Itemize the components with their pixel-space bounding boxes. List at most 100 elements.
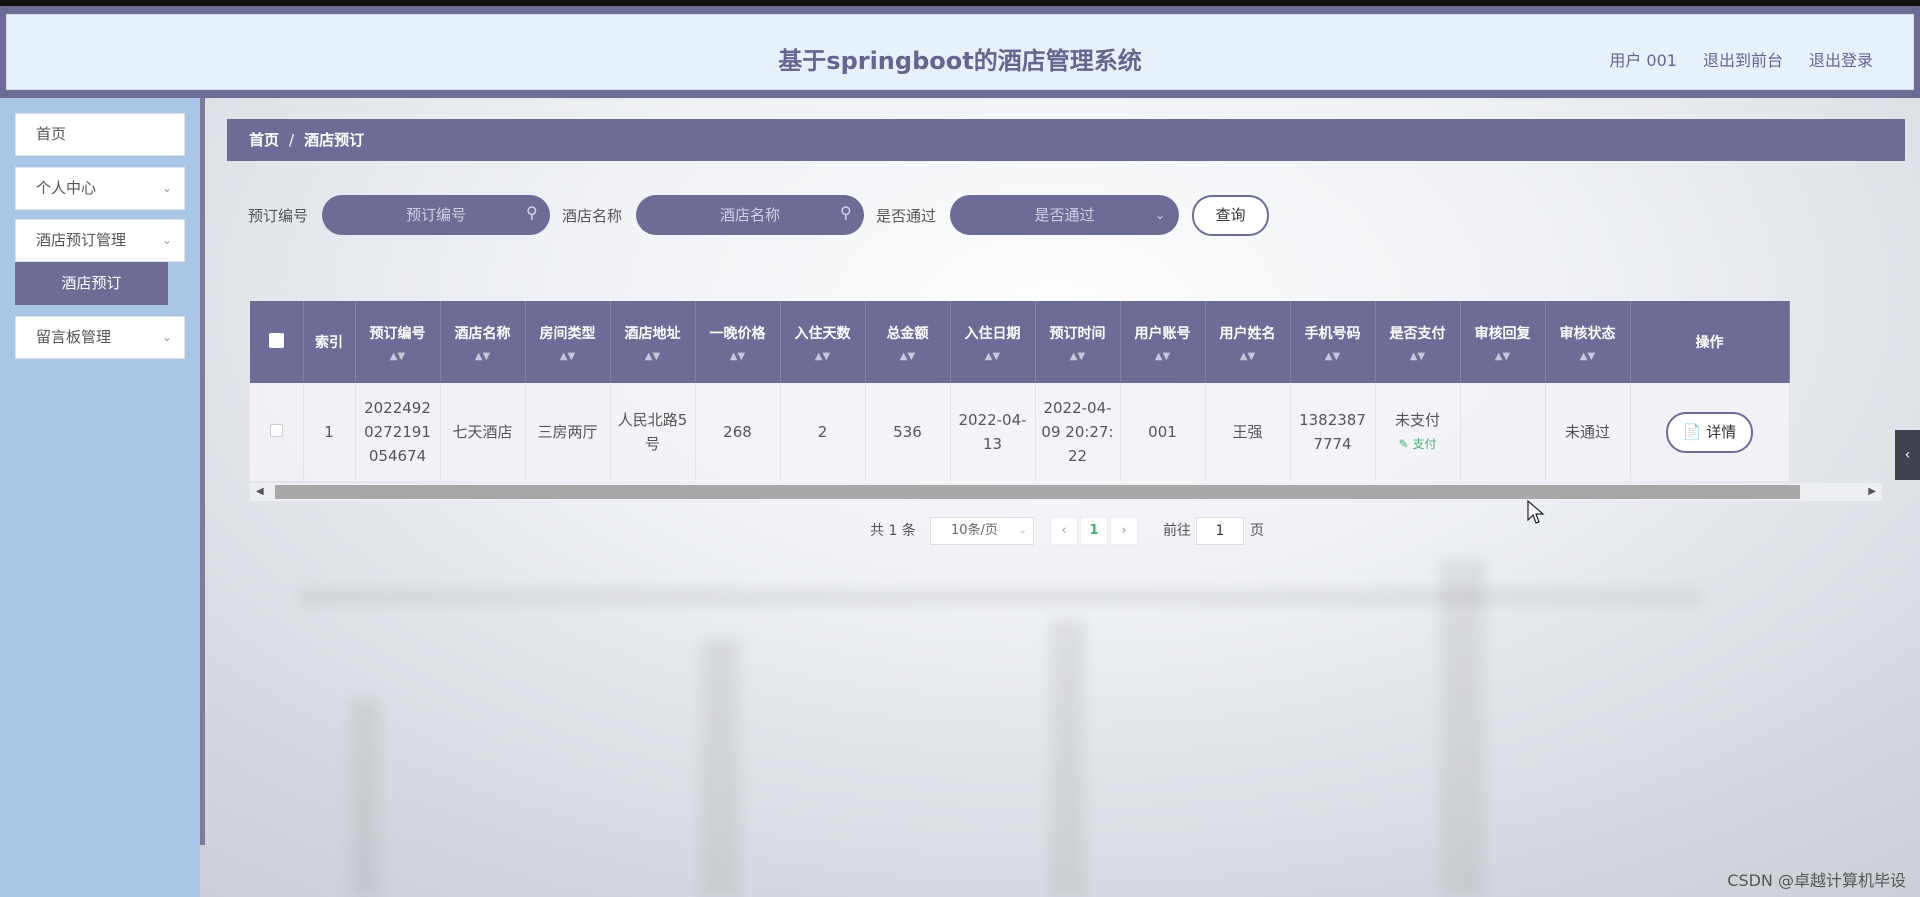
booking-table: 索引 预订编号 ▲▼ 酒店名称 ▲▼ 房间类型 ▲▼ 酒店地址 ▲▼ 一晚价格 ▲▼ 入住… [250, 301, 1882, 483]
sidebar-item-personal-center[interactable]: 个人中心 ⌄ [15, 167, 185, 210]
column-header[interactable]: 用户账号 ▲▼ [1120, 301, 1206, 383]
sidebar-subitem-hotel-booking[interactable]: 酒店预订 [15, 262, 168, 305]
cell-hotel: 七天酒店 [440, 383, 526, 481]
breadcrumb: 首页 / 酒店预订 [227, 119, 1905, 161]
row-checkbox[interactable] [250, 383, 304, 481]
scrollbar-thumb[interactable] [275, 485, 1800, 499]
sort-icon: ▲▼ [1494, 350, 1511, 362]
hotel-name-input[interactable] [636, 195, 864, 235]
header-panel: 基于springboot的酒店管理系统 用户 001 退出到前台 退出登录 [6, 14, 1914, 90]
column-header[interactable]: 房间类型 ▲▼ [525, 301, 611, 383]
sidebar-item-label: 首页 [36, 125, 67, 143]
sort-icon: ▲▼ [899, 350, 916, 362]
cell-status: 未通过 [1545, 383, 1631, 481]
column-header[interactable]: 总金额 ▲▼ [865, 301, 951, 383]
collapse-panel-button[interactable]: ‹ [1895, 430, 1920, 480]
column-header[interactable]: 一晚价格 ▲▼ [695, 301, 781, 383]
cell-room-type: 三房两厅 [525, 383, 611, 481]
sidebar-scrollbar[interactable] [200, 98, 205, 845]
chevron-left-icon: ‹ [1904, 447, 1911, 463]
pencil-icon: ✎ [1398, 437, 1409, 451]
column-header[interactable]: 预订编号 ▲▼ [355, 301, 441, 383]
sidebar-item-label: 酒店预订管理 [36, 231, 127, 249]
scroll-left-icon[interactable]: ◀ [256, 483, 264, 501]
page-size-value: 10条/页 [951, 523, 998, 538]
column-header[interactable]: 入住天数 ▲▼ [780, 301, 866, 383]
sidebar-item-home[interactable]: 首页 [15, 113, 185, 156]
breadcrumb-home[interactable]: 首页 [249, 131, 279, 149]
page-size-select[interactable]: 10条/页 ⌄ [930, 517, 1034, 545]
cell-index: 1 [303, 383, 356, 481]
back-to-front-link[interactable]: 退出到前台 [1703, 47, 1783, 71]
cell-account: 001 [1120, 383, 1206, 481]
column-header[interactable]: 预订时间 ▲▼ [1035, 301, 1121, 383]
sidebar [0, 98, 200, 897]
sort-icon: ▲▼ [814, 350, 831, 362]
approved-select-placeholder: 是否通过 [1034, 206, 1095, 224]
cell-price: 268 [695, 383, 781, 481]
scroll-right-icon[interactable]: ▶ [1868, 483, 1876, 501]
table-header-row: 索引 预订编号 ▲▼ 酒店名称 ▲▼ 房间类型 ▲▼ 酒店地址 ▲▼ 一晚价格 ▲▼ 入住… [250, 301, 1790, 383]
detail-button[interactable]: 📄 详情 [1666, 411, 1753, 453]
cell-checkin-date: 2022-04-13 [950, 383, 1036, 481]
cell-reply [1460, 383, 1546, 481]
chevron-down-icon: ⌄ [1154, 208, 1165, 222]
logout-link[interactable]: 退出登录 [1809, 47, 1873, 71]
cell-phone: 13823877774 [1290, 383, 1376, 481]
order-no-label: 预订编号 [248, 207, 309, 225]
column-header: 操作 [1630, 301, 1790, 383]
page-number-button[interactable]: 1 [1080, 517, 1108, 545]
goto-page-input[interactable] [1196, 517, 1244, 545]
horizontal-scrollbar[interactable]: ◀ ▶ [250, 483, 1882, 501]
prev-page-button[interactable]: ‹ [1050, 517, 1078, 545]
sort-icon: ▲▼ [984, 350, 1001, 362]
chevron-down-icon: ⌄ [161, 181, 172, 195]
table-row: 1 20224920272191054674 七天酒店 三房两厅 人民北路5号 … [250, 383, 1790, 481]
next-page-button[interactable]: › [1110, 517, 1138, 545]
cell-paid: 未支付 ✎ 支付 [1375, 383, 1461, 481]
column-header[interactable]: 审核状态 ▲▼ [1545, 301, 1631, 383]
sort-icon: ▲▼ [1069, 350, 1086, 362]
column-header[interactable]: 入住日期 ▲▼ [950, 301, 1036, 383]
sidebar-item-booking-management[interactable]: 酒店预订管理 ⌄ [15, 219, 185, 262]
select-all-checkbox[interactable] [250, 301, 304, 383]
chevron-down-icon: ⌄ [161, 330, 172, 344]
header: 基于springboot的酒店管理系统 用户 001 退出到前台 退出登录 [0, 6, 1920, 98]
sort-icon: ▲▼ [1324, 350, 1341, 362]
chevron-down-icon: ⌄ [1018, 525, 1027, 536]
column-header[interactable]: 酒店地址 ▲▼ [610, 301, 696, 383]
cell-booking-time: 2022-04-09 20:27:22 [1035, 383, 1121, 481]
search-icon: ⚲ [526, 203, 538, 222]
sidebar-item-message-board[interactable]: 留言板管理 ⌄ [15, 316, 185, 359]
cell-name: 王强 [1205, 383, 1291, 481]
sort-icon: ▲▼ [389, 350, 406, 362]
user-label: 用户 001 [1609, 51, 1677, 70]
sort-icon: ▲▼ [1239, 350, 1256, 362]
goto-label: 前往 [1163, 523, 1191, 539]
sort-icon: ▲▼ [644, 350, 661, 362]
search-icon: ⚲ [840, 203, 852, 222]
cell-days: 2 [780, 383, 866, 481]
column-header[interactable]: 酒店名称 ▲▼ [440, 301, 526, 383]
watermark: CSDN @卓越计算机毕设 [1727, 871, 1906, 890]
cell-actions: 📄 详情 [1630, 383, 1790, 481]
approved-select[interactable]: 是否通过 ⌄ [950, 195, 1179, 235]
mouse-cursor-icon [1527, 500, 1545, 524]
column-header[interactable]: 是否支付 ▲▼ [1375, 301, 1461, 383]
column-header[interactable]: 手机号码 ▲▼ [1290, 301, 1376, 383]
chevron-down-icon: ⌄ [161, 233, 172, 247]
breadcrumb-separator: / [289, 131, 295, 149]
pay-link[interactable]: ✎ 支付 [1380, 432, 1456, 456]
paid-status: 未支付 [1394, 411, 1440, 429]
sort-icon: ▲▼ [1154, 350, 1171, 362]
document-icon: 📄 [1682, 422, 1702, 441]
order-no-input[interactable] [322, 195, 550, 235]
sort-icon: ▲▼ [474, 350, 491, 362]
header-links: 用户 001 退出到前台 退出登录 [1609, 47, 1873, 71]
sort-icon: ▲▼ [1579, 350, 1596, 362]
page-suffix: 页 [1250, 523, 1264, 539]
column-header[interactable]: 审核回复 ▲▼ [1460, 301, 1546, 383]
sidebar-item-label: 留言板管理 [36, 328, 112, 346]
query-button[interactable]: 查询 [1192, 195, 1269, 236]
column-header[interactable]: 用户姓名 ▲▼ [1205, 301, 1291, 383]
